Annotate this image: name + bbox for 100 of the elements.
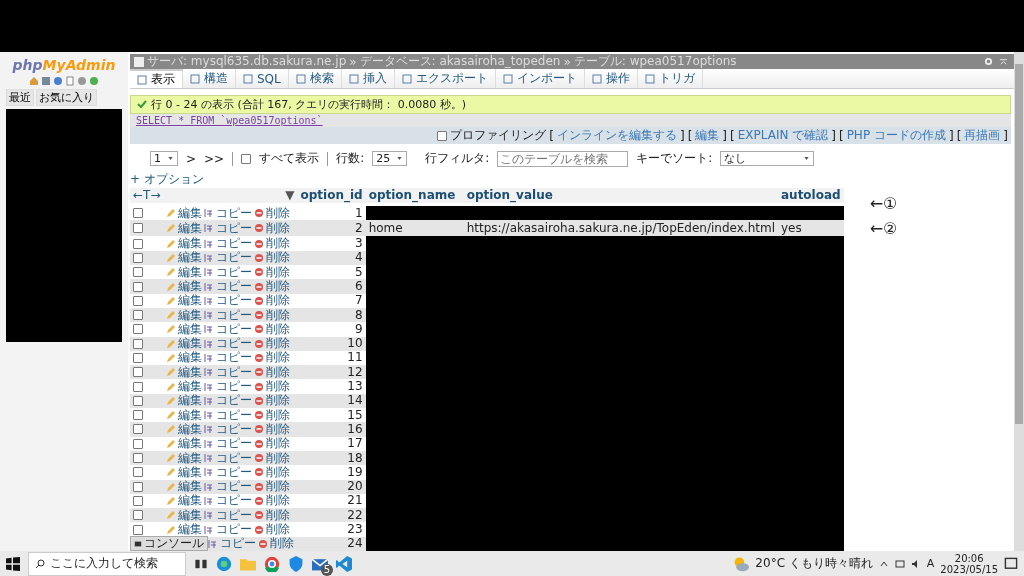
edit-link[interactable]: 編集 xyxy=(166,408,203,422)
edit-link[interactable]: 編集 xyxy=(166,422,203,436)
delete-link[interactable]: 削除 xyxy=(254,508,291,522)
copy-link[interactable]: コピー xyxy=(204,494,253,508)
query-link[interactable]: インラインを編集する xyxy=(556,127,677,145)
delete-link[interactable]: 削除 xyxy=(254,422,291,436)
query-link[interactable]: EXPLAIN で確認 xyxy=(737,127,829,145)
edit-link[interactable]: 編集 xyxy=(166,508,203,522)
row-checkbox[interactable] xyxy=(133,438,143,449)
edit-link[interactable]: 編集 xyxy=(166,465,203,479)
tab[interactable]: 構造 xyxy=(183,69,236,88)
row-checkbox[interactable] xyxy=(133,252,143,263)
edit-link[interactable]: 編集 xyxy=(166,365,203,379)
copy-link[interactable]: コピー xyxy=(204,237,253,251)
delete-link[interactable]: 削除 xyxy=(254,480,291,494)
edit-link[interactable]: 編集 xyxy=(166,322,203,336)
filter-field[interactable]: このテーブルを検索 xyxy=(497,150,629,167)
tab[interactable]: 検索 xyxy=(288,69,342,88)
row-checkbox[interactable] xyxy=(133,238,143,249)
tab[interactable]: 操作 xyxy=(584,69,638,88)
edit-link[interactable]: 編集 xyxy=(166,494,203,508)
copy-link[interactable]: コピー xyxy=(204,437,253,451)
delete-link[interactable]: 削除 xyxy=(254,451,291,465)
row-checkbox[interactable] xyxy=(133,410,143,421)
copy-link[interactable]: コピー xyxy=(204,451,253,465)
delete-link[interactable]: 削除 xyxy=(254,394,291,408)
show-all-checkbox[interactable] xyxy=(241,153,252,164)
delete-link[interactable]: 削除 xyxy=(254,265,291,279)
next-page-link[interactable]: > xyxy=(186,151,197,166)
sort-select[interactable]: なし xyxy=(720,151,815,167)
tab[interactable]: SQL xyxy=(236,69,289,88)
scrollbar[interactable] xyxy=(1014,52,1024,551)
copy-link[interactable]: コピー xyxy=(204,508,253,522)
edit-link[interactable]: 編集 xyxy=(166,265,203,279)
edit-link[interactable]: 編集 xyxy=(166,351,203,365)
back-icon[interactable] xyxy=(134,56,144,67)
sidebar-tab[interactable]: お気に入り xyxy=(36,89,97,106)
row-checkbox[interactable] xyxy=(133,310,143,321)
copy-link[interactable]: コピー xyxy=(204,523,253,537)
delete-link[interactable]: 削除 xyxy=(254,308,291,322)
edit-link[interactable]: 編集 xyxy=(166,308,203,322)
delete-link[interactable]: 削除 xyxy=(254,251,291,265)
row-checkbox[interactable] xyxy=(133,510,143,521)
rows-select[interactable]: 25 xyxy=(372,151,408,167)
edit-link[interactable]: 編集 xyxy=(166,337,203,351)
row-checkbox[interactable] xyxy=(133,353,143,363)
row-checkbox[interactable] xyxy=(133,267,143,278)
taskbar-search-field[interactable]: ここに入力して検索 xyxy=(28,551,186,576)
column-header[interactable]: option_value xyxy=(463,188,778,205)
column-header[interactable]: option_name xyxy=(365,188,464,205)
delete-link[interactable]: 削除 xyxy=(254,523,291,537)
copy-link[interactable]: コピー xyxy=(204,206,253,220)
delete-link[interactable]: 削除 xyxy=(254,365,291,379)
copy-link[interactable]: コピー xyxy=(208,537,257,551)
edit-link[interactable]: 編集 xyxy=(166,220,203,237)
tab[interactable]: インポート xyxy=(495,69,585,88)
edit-link[interactable]: 編集 xyxy=(166,480,203,494)
row-checkbox[interactable] xyxy=(133,208,143,219)
delete-link[interactable]: 削除 xyxy=(254,465,291,479)
page-select[interactable]: 1 xyxy=(150,151,178,167)
options-link[interactable]: + オプション xyxy=(130,172,204,187)
copy-link[interactable]: コピー xyxy=(204,408,253,422)
edit-link[interactable]: 編集 xyxy=(166,237,203,251)
delete-link[interactable]: 削除 xyxy=(254,351,291,365)
row-checkbox[interactable] xyxy=(133,367,143,378)
delete-link[interactable]: 削除 xyxy=(254,380,291,394)
row-checkbox[interactable] xyxy=(133,223,143,234)
row-checkbox[interactable] xyxy=(133,467,143,478)
app-logo[interactable]: phpMyAdmin xyxy=(12,57,116,73)
delete-link[interactable]: 削除 xyxy=(254,237,291,251)
sidebar-tab[interactable]: 最近 xyxy=(6,89,34,106)
column-resize-handle[interactable]: ←T→ xyxy=(130,188,164,205)
edit-link[interactable]: 編集 xyxy=(166,251,203,265)
edit-link[interactable]: 編集 xyxy=(166,206,203,220)
copy-link[interactable]: コピー xyxy=(204,394,253,408)
copy-link[interactable]: コピー xyxy=(204,380,253,394)
tab[interactable]: 挿入 xyxy=(341,69,395,88)
row-checkbox[interactable] xyxy=(133,453,143,464)
delete-link[interactable]: 削除 xyxy=(254,294,291,308)
tab[interactable]: エクスポート xyxy=(394,69,496,88)
delete-link[interactable]: 削除 xyxy=(254,220,291,237)
delete-link[interactable]: 削除 xyxy=(254,206,291,220)
row-checkbox[interactable] xyxy=(133,338,143,349)
column-header[interactable]: option_id xyxy=(297,188,366,205)
sort-marker[interactable]: ▼ xyxy=(163,188,298,205)
row-checkbox[interactable] xyxy=(133,324,143,335)
copy-link[interactable]: コピー xyxy=(204,337,253,351)
edit-link[interactable]: 編集 xyxy=(166,437,203,451)
copy-link[interactable]: コピー xyxy=(204,220,253,237)
copy-link[interactable]: コピー xyxy=(204,265,253,279)
copy-link[interactable]: コピー xyxy=(204,422,253,436)
query-link[interactable]: PHP コードの作成 xyxy=(846,127,946,145)
edit-link[interactable]: 編集 xyxy=(166,294,203,308)
delete-link[interactable]: 削除 xyxy=(258,537,295,551)
row-checkbox[interactable] xyxy=(133,524,143,535)
delete-link[interactable]: 削除 xyxy=(254,494,291,508)
row-checkbox[interactable] xyxy=(133,281,143,292)
row-checkbox[interactable] xyxy=(133,481,143,492)
edit-link[interactable]: 編集 xyxy=(166,380,203,394)
copy-link[interactable]: コピー xyxy=(204,251,253,265)
